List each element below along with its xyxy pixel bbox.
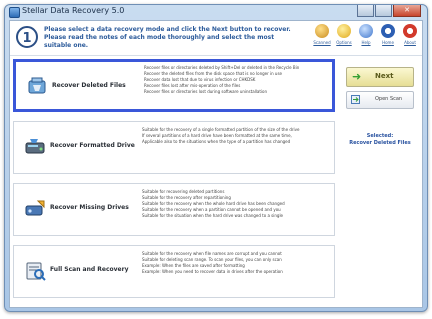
next-button[interactable]: ➜ Next [346, 67, 414, 87]
toolbar-about[interactable]: About [400, 24, 420, 45]
side-panel: ➜ Next Open Scan Selected: Recover Delet… [340, 59, 420, 303]
recovery-modes: Recover Deleted Files Recover files or d… [13, 59, 335, 303]
mode-title: Full Scan and Recovery [50, 266, 129, 273]
open-scan-button[interactable]: Open Scan [346, 91, 414, 109]
maximize-button[interactable] [375, 5, 392, 17]
broom-icon [315, 24, 329, 38]
close-button[interactable]: ✕ [393, 5, 421, 17]
mode-recover-deleted-files[interactable]: Recover Deleted Files Recover files or d… [13, 59, 335, 112]
help-icon [359, 24, 373, 38]
app-window: Stellar Data Recovery 5.0 ✕ 1 Please sel… [4, 4, 428, 312]
arrow-right-icon: ➜ [352, 70, 362, 83]
mode-full-scan-and-recovery[interactable]: Full Scan and Recovery Suitable for the … [13, 245, 335, 298]
mode-description: Suitable for recovering deleted partitio… [142, 189, 285, 218]
window-title: Stellar Data Recovery 5.0 [22, 6, 125, 15]
minimize-button[interactable] [357, 5, 374, 17]
client-area: 1 Please select a data recovery mode and… [9, 20, 423, 308]
mode-title: Recover Missing Drives [50, 204, 129, 211]
open-scan-icon [351, 95, 360, 104]
formatted-drive-icon [25, 139, 45, 154]
toolbar-options[interactable]: Options [334, 24, 354, 45]
options-icon [337, 24, 351, 38]
toolbar-help[interactable]: Help [356, 24, 376, 45]
close-icon: ✕ [404, 6, 410, 14]
step-number: 1 [16, 26, 38, 48]
mode-title: Recover Formatted Drive [50, 142, 135, 149]
selected-mode-info: Selected: Recover Deleted Files [346, 133, 414, 147]
home-icon [381, 24, 395, 38]
full-scan-icon [26, 262, 46, 281]
selected-mode-caption: Selected: [366, 133, 394, 139]
mode-description: Recover files or directories deleted by … [144, 65, 300, 94]
mode-recover-formatted-drive[interactable]: Recover Formatted Drive Suitable for the… [13, 121, 335, 174]
toolbar-scanned[interactable]: Scanned [312, 24, 332, 45]
missing-drive-icon [25, 200, 45, 216]
recycle-bin-icon [28, 77, 46, 94]
about-icon [403, 24, 417, 38]
mode-title: Recover Deleted Files [52, 82, 126, 89]
selected-mode-value: Recover Deleted Files [349, 140, 411, 146]
mode-recover-missing-drives[interactable]: Recover Missing Drives Suitable for reco… [13, 183, 335, 236]
header: 1 Please select a data recovery mode and… [10, 21, 422, 56]
toolbar-home[interactable]: Home [378, 24, 398, 45]
instruction-text: Please select a data recovery mode and c… [44, 26, 291, 49]
mode-description: Suitable for the recovery of a single fo… [142, 127, 300, 144]
toolbar: Scanned Options Help Home About [312, 24, 420, 45]
title-bar[interactable]: Stellar Data Recovery 5.0 ✕ [5, 5, 427, 19]
app-icon [9, 7, 20, 18]
window-controls: ✕ [357, 5, 421, 17]
mode-description: Suitable for the recovery when file name… [142, 251, 283, 274]
